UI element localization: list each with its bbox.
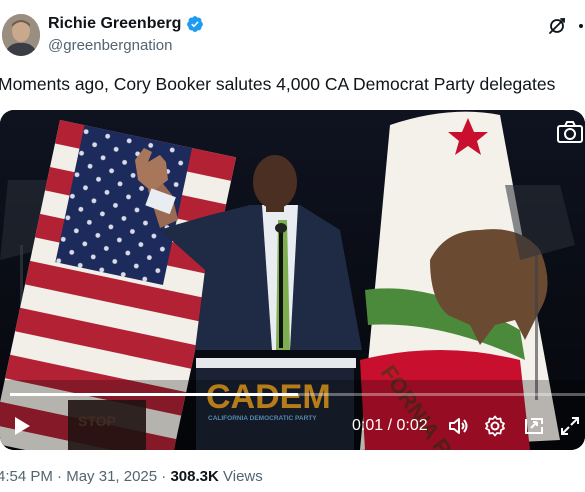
progress-fill (10, 393, 298, 396)
views-count: 308.3K (170, 468, 219, 485)
avatar-image (2, 14, 40, 56)
grok-icon[interactable] (547, 16, 567, 36)
views-label: Views (218, 468, 263, 485)
verified-badge-icon (187, 16, 204, 32)
volume-icon[interactable] (447, 415, 469, 437)
post-time[interactable]: 4:54 PM (0, 468, 53, 485)
meta-separator: · (157, 468, 171, 485)
avatar[interactable] (2, 14, 40, 56)
more-options-icon[interactable] (577, 16, 585, 36)
progress-bar[interactable] (10, 393, 585, 396)
display-name[interactable]: Richie Greenberg (48, 15, 181, 33)
meta-separator: · (52, 468, 67, 485)
fullscreen-icon[interactable] (559, 415, 581, 437)
tweet-meta: 4:54 PM · May 31, 2025 · 308.3K Views (0, 468, 263, 485)
play-icon[interactable] (12, 415, 32, 437)
tweet-text: Moments ago, Cory Booker salutes 4,000 C… (0, 74, 556, 94)
post-date[interactable]: May 31, 2025 (66, 468, 157, 485)
tweet-header: Richie Greenberg @greenbergnation (0, 0, 585, 70)
time-display: 0:01 / 0:02 (352, 417, 428, 434)
author-handle[interactable]: @greenbergnation (48, 37, 172, 54)
video-controls: 0:01 / 0:02 (0, 385, 585, 450)
settings-icon[interactable] (484, 415, 506, 437)
camera-icon[interactable] (556, 120, 584, 144)
pip-icon[interactable] (523, 415, 545, 437)
